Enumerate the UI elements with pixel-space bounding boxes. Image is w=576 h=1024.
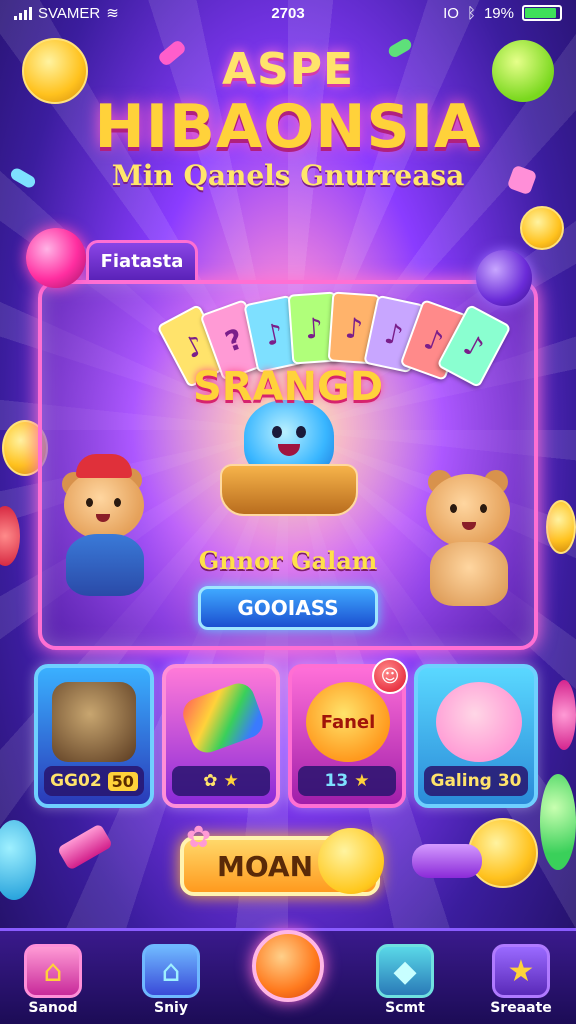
tile-label: Galing: [430, 771, 492, 791]
fanel-character-icon: Fanel: [306, 682, 390, 762]
bear-face-icon: [436, 682, 522, 762]
nav-label: Scmt: [385, 1000, 425, 1016]
featured-play-button[interactable]: GOOIASS: [198, 586, 378, 630]
title-top: ASPE: [221, 44, 355, 95]
tile-footer: ✿ ★: [172, 766, 270, 796]
gem-icon: ◆: [376, 944, 434, 998]
tile-score: 30: [497, 771, 522, 791]
tile-footer: GG02 50: [44, 766, 144, 796]
tile-label: GG02: [50, 771, 102, 791]
candy-decoration: [412, 844, 482, 878]
orb-decoration: [0, 820, 36, 900]
orb-decoration: [0, 506, 20, 566]
nav-label: Sanod: [28, 1000, 78, 1016]
bluetooth-icon: ᛒ: [466, 4, 476, 22]
mini-games-grid: GG02 50 ✿ ★ Fanel 13 ★ Galing 30: [34, 664, 542, 812]
featured-logo: SRANGD: [192, 364, 384, 410]
nav-events[interactable]: ★ Sreaate: [490, 940, 552, 1016]
nav-play-button[interactable]: [252, 930, 324, 1002]
carrier-name: SVAMER: [38, 4, 101, 22]
nav-label: Sniy: [154, 1000, 188, 1016]
home-icon: ⌂: [24, 944, 82, 998]
orb-decoration: [552, 680, 576, 750]
orb-icon: [26, 228, 86, 288]
tile-label: 13: [324, 771, 349, 791]
pedestal: [220, 464, 358, 516]
status-indicator: IO: [443, 4, 459, 22]
tile-game-4[interactable]: Galing 30: [414, 664, 538, 808]
shop-icon: ⌂: [142, 944, 200, 998]
tile-game-1[interactable]: GG02 50: [34, 664, 154, 808]
smiley-icon: [318, 828, 384, 894]
battery-fill: [525, 8, 556, 18]
card-stack-icon: [178, 679, 268, 757]
star-icon: ★: [223, 771, 239, 791]
orb-decoration: [540, 774, 576, 870]
status-time: 2703: [271, 4, 305, 22]
nav-home[interactable]: ⌂ Sanod: [22, 940, 84, 1016]
monster-icon: [52, 682, 136, 762]
tile-score: 50: [107, 771, 138, 791]
tile-footer: Galing 30: [424, 766, 528, 796]
battery-icon: [522, 5, 562, 21]
nav-shop[interactable]: ⌂ Sniy: [140, 940, 202, 1016]
coin-decoration: [520, 206, 564, 250]
nav-social[interactable]: ◆ Scmt: [374, 940, 436, 1016]
featured-tab[interactable]: Fiatasta: [86, 240, 198, 280]
bear-character-left: [56, 454, 156, 604]
nav-label: Sreaate: [490, 1000, 552, 1016]
bear-character-right: [412, 466, 522, 612]
coin-decoration: [546, 500, 576, 554]
tile-game-2[interactable]: ✿ ★: [162, 664, 280, 808]
candy-decoration: [56, 823, 114, 871]
star-icon: ★: [492, 944, 550, 998]
game-title: ASPE HIBAONSIA Min Qanels Gnurreasa: [0, 44, 576, 192]
featured-caption: Gnnor Galam: [198, 546, 378, 575]
battery-percent: 19%: [483, 4, 514, 22]
wifi-icon: ≋: [106, 5, 119, 22]
notification-badge: ☺: [372, 658, 408, 694]
star-icon: ★: [354, 771, 370, 791]
title-subtitle: Min Qanels Gnurreasa: [111, 159, 465, 192]
title-main: HIBAONSIA: [94, 92, 482, 162]
status-bar: SVAMER ≋ 2703 IO ᛒ 19%: [0, 0, 576, 26]
flower-icon: ✿: [186, 820, 212, 855]
tile-footer: 13 ★: [298, 766, 396, 796]
leaf-icon: ✿: [203, 771, 218, 791]
signal-icon: [14, 6, 32, 20]
